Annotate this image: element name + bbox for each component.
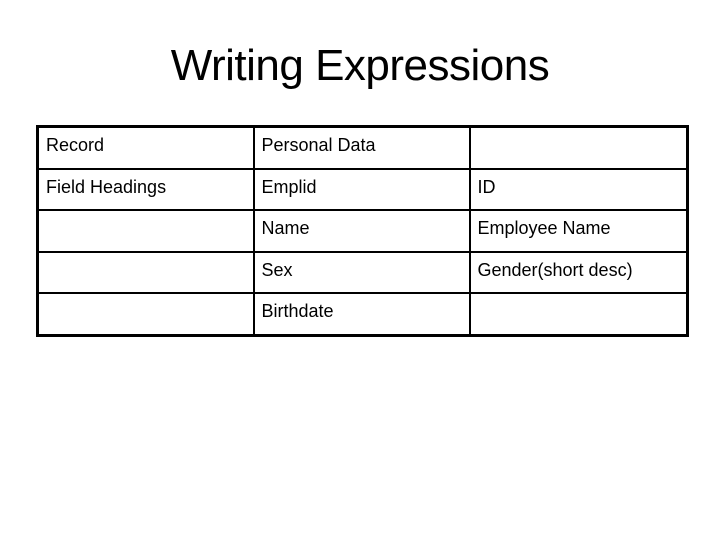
- table-cell: Sex: [252, 250, 471, 295]
- table-row: Birthdate: [36, 292, 689, 337]
- table-cell: [468, 125, 689, 170]
- table-cell: [36, 209, 255, 253]
- table-row: Sex Gender(short desc): [36, 250, 689, 295]
- record-field-table: Record Personal Data Field Headings Empl…: [36, 125, 689, 337]
- table-cell: Gender(short desc): [468, 250, 689, 295]
- table-cell: [36, 250, 255, 295]
- table-cell: [36, 292, 255, 337]
- table-cell: Field Headings: [36, 167, 255, 212]
- table-cell: Record: [36, 125, 255, 170]
- table-cell: Emplid: [252, 167, 471, 212]
- table-cell: Employee Name: [468, 209, 689, 253]
- table-row: Name Employee Name: [36, 209, 689, 253]
- table-cell: ID: [468, 167, 689, 212]
- table-cell: Personal Data: [252, 125, 471, 170]
- table-cell: [468, 292, 689, 337]
- slide-title: Writing Expressions: [170, 41, 550, 90]
- table-cell: Name: [252, 209, 471, 253]
- table-row-record: Record Personal Data: [36, 125, 689, 170]
- table-cell: Birthdate: [252, 292, 471, 337]
- table-row-field-headings: Field Headings Emplid ID: [36, 167, 689, 212]
